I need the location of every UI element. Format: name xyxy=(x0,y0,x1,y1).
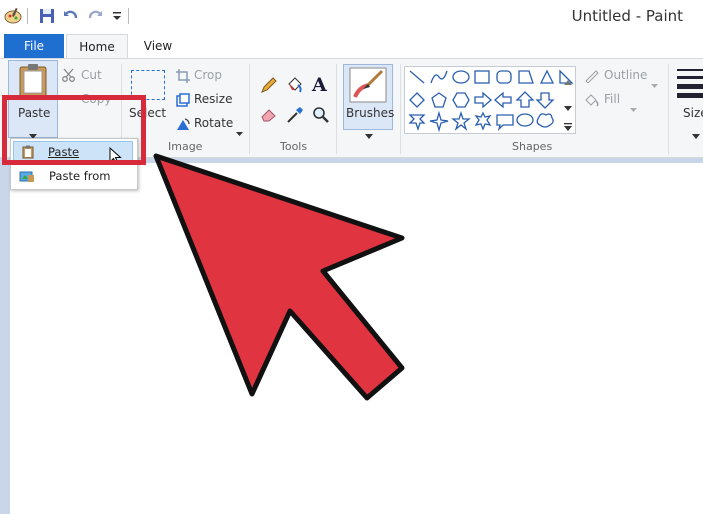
color-picker-icon[interactable] xyxy=(286,106,304,128)
toolbar-divider xyxy=(128,8,129,24)
redo-icon[interactable] xyxy=(86,7,104,25)
magnifier-icon[interactable] xyxy=(312,106,330,128)
tab-view[interactable]: View xyxy=(132,34,184,58)
toolbar-divider xyxy=(27,8,28,24)
shapes-group-label: Shapes xyxy=(512,140,553,153)
brushes-label: Brushes xyxy=(346,106,395,120)
fill-icon[interactable] xyxy=(584,92,600,111)
eraser-icon[interactable] xyxy=(260,106,278,126)
shapes-gallery[interactable] xyxy=(404,66,576,134)
crop-icon[interactable] xyxy=(176,68,190,87)
cut-label[interactable]: Cut xyxy=(81,68,102,82)
tab-home[interactable]: Home xyxy=(66,34,128,59)
rotate-label[interactable]: Rotate xyxy=(194,116,233,130)
window-title: Untitled - Paint xyxy=(571,7,683,25)
tab-file[interactable]: File xyxy=(4,34,64,58)
paint-app-icon[interactable] xyxy=(4,7,22,25)
chevron-down-icon[interactable] xyxy=(692,124,700,143)
gallery-up-icon[interactable] xyxy=(564,70,572,89)
fill-label[interactable]: Fill xyxy=(604,92,620,106)
chevron-down-icon[interactable] xyxy=(236,121,243,140)
highlight-box xyxy=(2,95,146,165)
gallery-more-icon[interactable] xyxy=(564,116,572,135)
pencil-icon[interactable] xyxy=(260,76,278,98)
outline-icon[interactable] xyxy=(584,68,600,87)
resize-icon[interactable] xyxy=(176,92,190,111)
scissors-icon[interactable] xyxy=(62,67,76,86)
crop-label[interactable]: Crop xyxy=(194,68,222,82)
save-icon[interactable] xyxy=(38,7,56,25)
size-icon[interactable] xyxy=(677,68,703,102)
customize-toolbar-icon[interactable] xyxy=(108,7,126,25)
outline-label[interactable]: Outline xyxy=(604,68,647,82)
folder-image-icon xyxy=(19,169,35,183)
gallery-down-icon[interactable] xyxy=(564,96,572,115)
group-divider xyxy=(336,64,337,154)
rotate-icon[interactable] xyxy=(176,116,190,135)
big-red-arrow-icon xyxy=(140,150,420,409)
text-tool-icon[interactable]: A xyxy=(312,74,327,96)
chevron-down-icon[interactable] xyxy=(651,73,658,92)
group-divider xyxy=(249,64,250,154)
brush-icon xyxy=(349,67,387,107)
menu-item-paste-from-label: Paste from xyxy=(49,169,111,183)
size-label[interactable]: Size xyxy=(683,106,703,120)
resize-label[interactable]: Resize xyxy=(194,92,232,106)
fill-bucket-icon[interactable] xyxy=(286,76,304,98)
chevron-down-icon[interactable] xyxy=(630,97,637,116)
group-divider xyxy=(668,64,669,154)
undo-icon[interactable] xyxy=(62,7,80,25)
group-divider xyxy=(400,64,401,154)
chevron-down-icon xyxy=(365,124,373,143)
